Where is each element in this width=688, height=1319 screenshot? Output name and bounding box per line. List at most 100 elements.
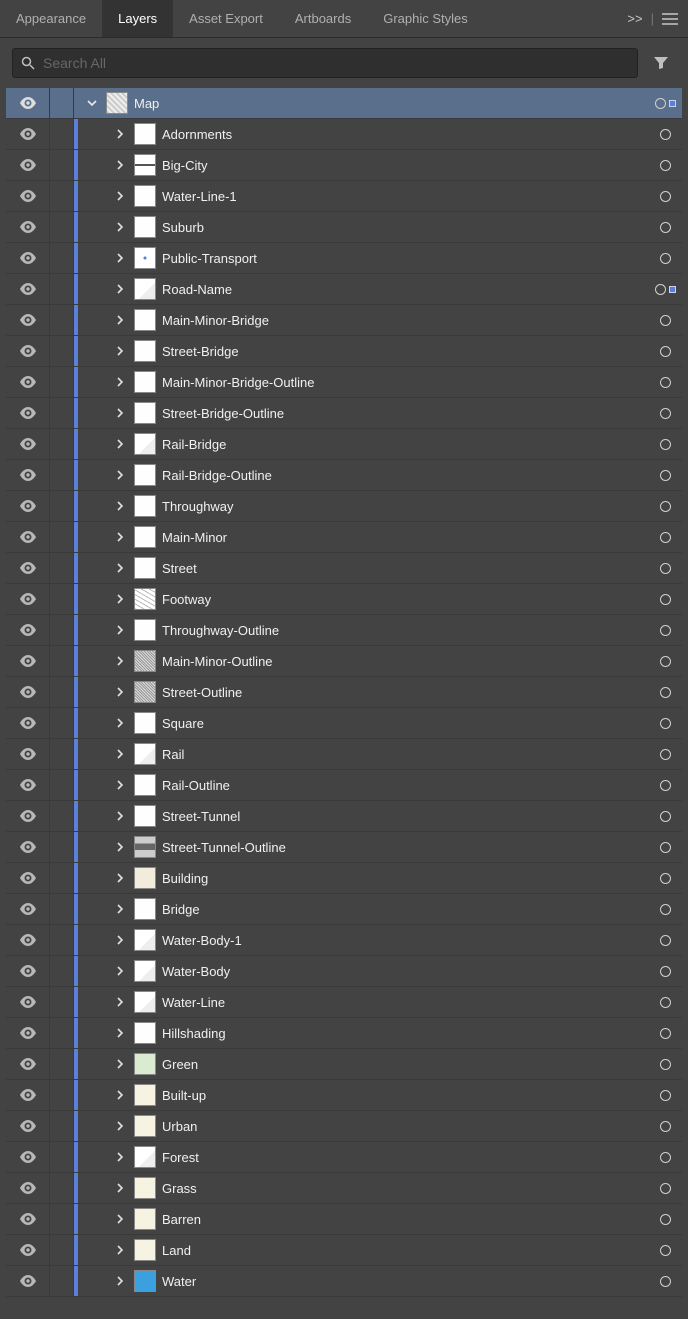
disclosure-toggle-icon[interactable] (110, 594, 130, 604)
layer-label[interactable]: Suburb (162, 220, 204, 235)
layer-label[interactable]: Main-Minor (162, 530, 227, 545)
disclosure-toggle-icon[interactable] (110, 749, 130, 759)
target-ring-icon[interactable] (660, 842, 671, 853)
visibility-toggle-icon[interactable] (19, 252, 37, 264)
layer-row[interactable]: Barren (6, 1204, 682, 1235)
layer-row[interactable]: Adornments (6, 119, 682, 150)
target-ring-icon[interactable] (660, 346, 671, 357)
visibility-toggle-icon[interactable] (19, 717, 37, 729)
target-ring-icon[interactable] (660, 656, 671, 667)
target-ring-icon[interactable] (660, 935, 671, 946)
layer-label[interactable]: Street-Outline (162, 685, 242, 700)
search-input-wrapper[interactable] (12, 48, 638, 78)
target-ring-icon[interactable] (660, 966, 671, 977)
visibility-toggle-icon[interactable] (19, 562, 37, 574)
tab-asset-export[interactable]: Asset Export (173, 0, 279, 37)
tab-graphic-styles[interactable]: Graphic Styles (367, 0, 484, 37)
lock-column[interactable] (50, 584, 74, 614)
disclosure-toggle-icon[interactable] (110, 966, 130, 976)
layer-row[interactable]: Footway (6, 584, 682, 615)
target-ring-icon[interactable] (660, 1121, 671, 1132)
disclosure-toggle-icon[interactable] (110, 160, 130, 170)
disclosure-toggle-icon[interactable] (110, 1183, 130, 1193)
lock-column[interactable] (50, 429, 74, 459)
target-ring-icon[interactable] (660, 315, 671, 326)
visibility-toggle-icon[interactable] (19, 221, 37, 233)
visibility-toggle-icon[interactable] (19, 779, 37, 791)
lock-column[interactable] (50, 646, 74, 676)
layer-row[interactable]: Building (6, 863, 682, 894)
disclosure-toggle-icon[interactable] (82, 98, 102, 108)
layer-row[interactable]: Hillshading (6, 1018, 682, 1049)
layer-label[interactable]: Rail-Outline (162, 778, 230, 793)
target-ring-icon[interactable] (660, 1183, 671, 1194)
layer-row[interactable]: Street-Outline (6, 677, 682, 708)
layer-row[interactable]: Forest (6, 1142, 682, 1173)
filter-button[interactable] (646, 48, 676, 78)
visibility-toggle-icon[interactable] (19, 1120, 37, 1132)
disclosure-toggle-icon[interactable] (110, 1214, 130, 1224)
target-ring-icon[interactable] (660, 780, 671, 791)
target-ring-icon[interactable] (660, 625, 671, 636)
target-ring-icon[interactable] (660, 439, 671, 450)
disclosure-toggle-icon[interactable] (110, 1152, 130, 1162)
target-ring-icon[interactable] (660, 470, 671, 481)
layer-row[interactable]: Grass (6, 1173, 682, 1204)
layer-label[interactable]: Rail-Bridge-Outline (162, 468, 272, 483)
visibility-toggle-icon[interactable] (19, 903, 37, 915)
layer-label[interactable]: Water (162, 1274, 196, 1289)
target-ring-icon[interactable] (660, 191, 671, 202)
layer-row[interactable]: Water (6, 1266, 682, 1297)
visibility-toggle-icon[interactable] (19, 1027, 37, 1039)
disclosure-toggle-icon[interactable] (110, 687, 130, 697)
lock-column[interactable] (50, 832, 74, 862)
target-ring-icon[interactable] (660, 160, 671, 171)
visibility-toggle-icon[interactable] (19, 531, 37, 543)
target-ring-icon[interactable] (660, 594, 671, 605)
visibility-toggle-icon[interactable] (19, 438, 37, 450)
layer-row[interactable]: Water-Line-1 (6, 181, 682, 212)
visibility-toggle-icon[interactable] (19, 655, 37, 667)
disclosure-toggle-icon[interactable] (110, 1028, 130, 1038)
layer-label[interactable]: Street (162, 561, 197, 576)
lock-column[interactable] (50, 1018, 74, 1048)
disclosure-toggle-icon[interactable] (110, 1059, 130, 1069)
visibility-toggle-icon[interactable] (19, 469, 37, 481)
layer-label[interactable]: Main-Minor-Bridge-Outline (162, 375, 314, 390)
disclosure-toggle-icon[interactable] (110, 191, 130, 201)
disclosure-toggle-icon[interactable] (110, 935, 130, 945)
visibility-toggle-icon[interactable] (19, 1089, 37, 1101)
layer-row[interactable]: Main-Minor-Bridge-Outline (6, 367, 682, 398)
visibility-toggle-icon[interactable] (19, 934, 37, 946)
target-ring-icon[interactable] (660, 222, 671, 233)
lock-column[interactable] (50, 305, 74, 335)
target-ring-icon[interactable] (660, 532, 671, 543)
layer-row[interactable]: Throughway (6, 491, 682, 522)
layer-label[interactable]: Street-Bridge (162, 344, 239, 359)
disclosure-toggle-icon[interactable] (110, 470, 130, 480)
lock-column[interactable] (50, 1080, 74, 1110)
visibility-toggle-icon[interactable] (19, 872, 37, 884)
layer-label[interactable]: Hillshading (162, 1026, 226, 1041)
layer-row[interactable]: Rail-Bridge-Outline (6, 460, 682, 491)
layer-row-parent[interactable]: Map (6, 88, 682, 119)
lock-column[interactable] (50, 677, 74, 707)
lock-column[interactable] (50, 1111, 74, 1141)
lock-column[interactable] (50, 88, 74, 118)
layer-row[interactable]: Water-Body-1 (6, 925, 682, 956)
target-ring-icon[interactable] (660, 1214, 671, 1225)
visibility-toggle-icon[interactable] (19, 1058, 37, 1070)
layer-row[interactable]: Land (6, 1235, 682, 1266)
disclosure-toggle-icon[interactable] (110, 1276, 130, 1286)
layer-label[interactable]: Bridge (162, 902, 200, 917)
layer-label[interactable]: Big-City (162, 158, 208, 173)
disclosure-toggle-icon[interactable] (110, 625, 130, 635)
layer-row[interactable]: Big-City (6, 150, 682, 181)
layer-row[interactable]: Bridge (6, 894, 682, 925)
disclosure-toggle-icon[interactable] (110, 532, 130, 542)
target-ring-icon[interactable] (660, 749, 671, 760)
disclosure-toggle-icon[interactable] (110, 315, 130, 325)
layer-label[interactable]: Road-Name (162, 282, 232, 297)
layer-label[interactable]: Street-Tunnel (162, 809, 240, 824)
lock-column[interactable] (50, 925, 74, 955)
